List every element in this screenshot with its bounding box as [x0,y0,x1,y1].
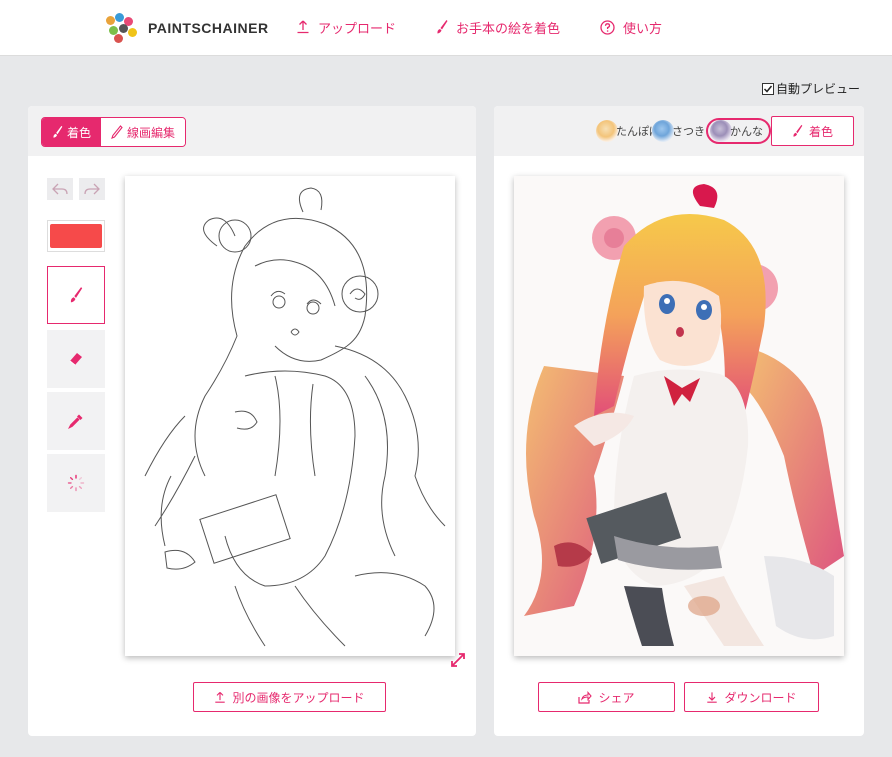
brush-icon [70,287,83,303]
top-header: PAINTSCHAINER アップロード お手本の絵を着色 使い方 [0,0,892,56]
download-icon [707,691,718,703]
nav-upload[interactable]: アップロード [296,16,396,38]
eraser-tool[interactable] [47,330,105,388]
lineart-panel-header: 着色 線画編集 [28,106,476,156]
result-panel-header: たんぽぽ さつき かんな 着色 [494,106,864,156]
lineart-panel: 着色 線画編集 別の画像をアップロード [28,106,476,736]
lineart-canvas[interactable] [125,176,455,656]
upload-another-button[interactable]: 別の画像をアップロード [193,682,386,712]
redo-button[interactable] [79,178,105,200]
style-kanna[interactable]: かんな [706,118,771,144]
nav-help[interactable]: 使い方 [600,16,662,38]
result-canvas [514,176,844,656]
style-satsuki[interactable]: さつき [652,118,705,144]
brush-icon [437,20,448,34]
tab-lineart-edit[interactable]: 線画編集 [101,118,186,146]
auto-preview-toggle[interactable]: 自動プレビュー [761,80,860,97]
auto-preview-label: 自動プレビュー [775,82,860,96]
result-panel: たんぽぽ さつき かんな 着色 シェア ダウンロード [494,106,864,736]
tab-lineart-edit-label: 線画編集 [127,125,176,140]
pencil-icon [111,125,123,139]
eraser-icon [69,353,82,366]
logo-text: PAINTSCHAINER [148,20,269,36]
color-picker[interactable] [47,220,105,252]
brush-tool[interactable] [47,266,105,324]
style-kanna-thumb [710,120,732,142]
brush-icon [793,124,803,137]
processing-tool[interactable] [47,454,105,512]
check-icon [763,85,773,93]
nav-upload-label: アップロード [318,21,397,37]
style-satsuki-label: さつき [672,125,705,138]
eyedropper-icon [68,414,83,429]
help-circle-icon [600,19,615,35]
nav-colorize-sample-label: お手本の絵を着色 [456,21,561,37]
logo-mark-icon [104,13,140,43]
spinner-icon [67,474,85,492]
style-tanpopo[interactable]: たんぽぽ [596,118,660,144]
nav-help-label: 使い方 [623,21,663,37]
nav-colorize-sample[interactable]: お手本の絵を着色 [436,16,560,38]
share-label: シェア [598,690,635,705]
style-satsuki-thumb [652,120,674,142]
selected-color [50,224,102,248]
auto-preview-checkbox[interactable] [761,82,774,95]
colorize-button-label: 着色 [808,124,833,139]
undo-button[interactable] [47,178,73,200]
brush-icon [53,125,63,138]
colorized-image [514,176,844,656]
style-kanna-label: かんな [730,125,763,138]
lineart-image [144,187,446,647]
redo-icon [84,183,100,195]
upload-icon [215,691,226,703]
mode-switch: 着色 線画編集 [41,117,187,147]
share-icon [578,690,593,704]
download-button[interactable]: ダウンロード [684,682,819,712]
logo[interactable]: PAINTSCHAINER [104,12,269,44]
upload-another-label: 別の画像をアップロード [232,690,365,705]
colorize-button[interactable]: 着色 [771,116,854,146]
eyedropper-tool[interactable] [47,392,105,450]
undo-icon [52,183,68,195]
tab-colorize-label: 着色 [67,125,92,140]
tab-colorize[interactable]: 着色 [42,118,102,146]
expand-icon[interactable] [450,652,466,668]
download-label: ダウンロード [724,690,797,705]
style-tanpopo-thumb [596,120,618,142]
share-button[interactable]: シェア [538,682,675,712]
upload-icon [297,20,309,34]
